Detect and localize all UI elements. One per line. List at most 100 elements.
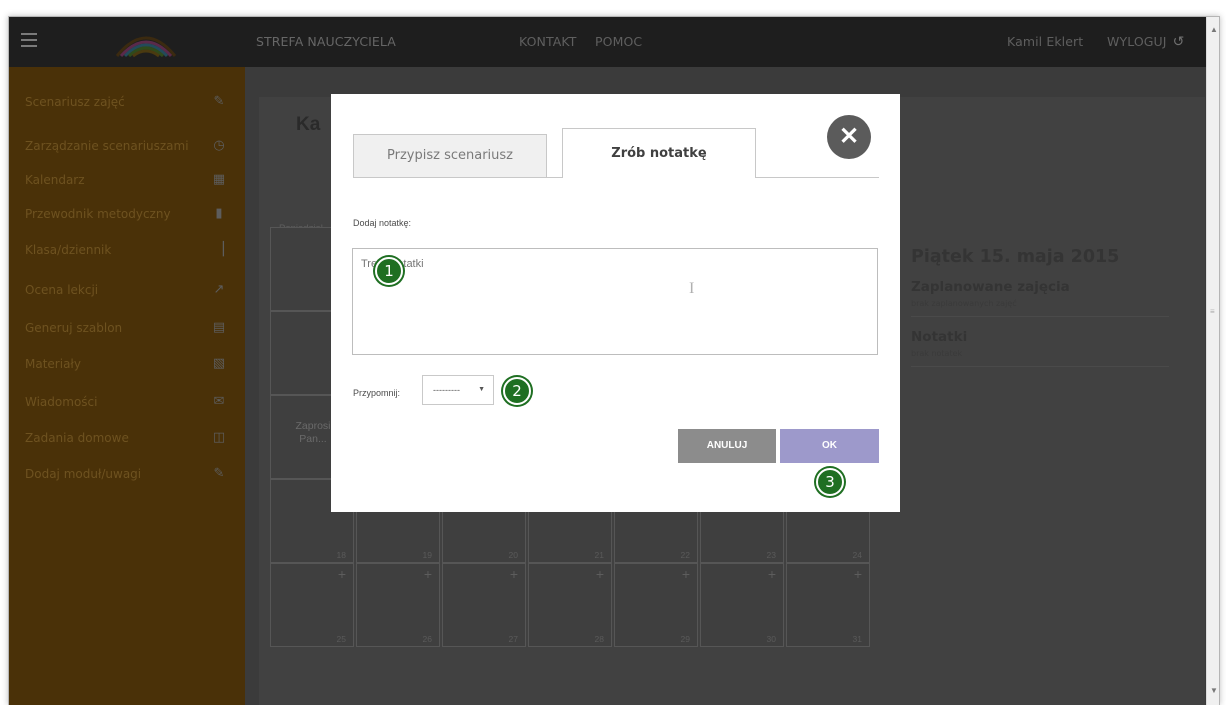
add-icon[interactable]: + bbox=[682, 566, 690, 582]
nav-user-name[interactable]: Kamil Eklert bbox=[1007, 17, 1083, 67]
tab-make-note[interactable]: Zrób notatkę bbox=[562, 128, 756, 178]
add-icon[interactable]: + bbox=[338, 566, 346, 582]
day-number: 31 bbox=[852, 634, 862, 644]
film-icon: ▧ bbox=[212, 356, 226, 371]
sidebar-item-calendar[interactable]: Kalendarz ▦ bbox=[9, 163, 237, 197]
day-number: 27 bbox=[508, 634, 518, 644]
day-number: 23 bbox=[766, 550, 776, 560]
remind-value: --------- bbox=[433, 385, 460, 395]
planned-heading: Zaplanowane zajęcia bbox=[911, 279, 1070, 295]
sidebar-item-template[interactable]: Generuj szablon ▤ bbox=[9, 311, 237, 345]
calendar-day[interactable]: +29 bbox=[614, 563, 698, 647]
nav-contact[interactable]: KONTAKT bbox=[519, 17, 576, 67]
nav-help[interactable]: POMOC bbox=[595, 17, 642, 67]
chevron-down-icon: ▼ bbox=[478, 386, 485, 393]
open-book-icon: ◫ bbox=[212, 430, 226, 445]
sidebar-item-label: Ocena lekcji bbox=[25, 283, 99, 297]
add-icon[interactable]: + bbox=[510, 566, 518, 582]
calendar-day[interactable]: +27 bbox=[442, 563, 526, 647]
sidebar-item-label: Wiadomości bbox=[25, 395, 98, 409]
scroll-up-arrow-icon[interactable]: ▲ bbox=[1210, 25, 1218, 34]
tab-assign-scenario[interactable]: Przypisz scenariusz bbox=[353, 134, 547, 178]
top-navigation-bar: STREFA NAUCZYCIELA KONTAKT POMOC Kamil E… bbox=[9, 17, 1207, 67]
remind-label: Przypomnij: bbox=[353, 388, 401, 398]
sidebar-item-messages[interactable]: Wiadomości ✉ bbox=[9, 385, 237, 419]
clock-icon: ◷ bbox=[213, 138, 225, 153]
logout-link[interactable]: WYLOGUJ ↺ bbox=[1107, 17, 1184, 67]
vertical-scrollbar[interactable]: ▲ ≡ ▼ bbox=[1206, 17, 1219, 705]
calendar-day[interactable]: +31 bbox=[786, 563, 870, 647]
day-number: 26 bbox=[422, 634, 432, 644]
nav-teacher-zone[interactable]: STREFA NAUCZYCIELA bbox=[256, 17, 396, 67]
note-icon: ✎ bbox=[213, 466, 225, 481]
book-icon: ▮ bbox=[215, 206, 223, 221]
text-cursor-icon: I bbox=[689, 280, 695, 297]
planned-empty-text: brak zaplanowanych zajęć bbox=[911, 299, 1017, 308]
sidebar-item-add-module[interactable]: Dodaj moduł/uwagi ✎ bbox=[9, 457, 237, 491]
calendar-day[interactable]: +28 bbox=[528, 563, 612, 647]
cancel-button[interactable]: ANULUJ bbox=[678, 429, 776, 463]
sidebar-item-label: Zarządzanie scenariuszami bbox=[25, 139, 189, 153]
day-number: 21 bbox=[594, 550, 604, 560]
sidebar-item-lesson-rating[interactable]: Ocena lekcji ↗ bbox=[9, 273, 237, 307]
remind-select[interactable]: --------- ▼ bbox=[422, 375, 494, 405]
scroll-grip-icon[interactable]: ≡ bbox=[1210, 307, 1215, 316]
divider bbox=[911, 366, 1169, 367]
sidebar-item-method-guide[interactable]: Przewodnik metodyczny ▮ bbox=[9, 197, 237, 231]
add-icon[interactable]: + bbox=[596, 566, 604, 582]
logout-label: WYLOGUJ bbox=[1107, 34, 1167, 49]
chart-icon: ▕ bbox=[214, 242, 224, 257]
step-marker: 1 bbox=[375, 257, 403, 285]
sidebar-item-scenario[interactable]: Scenariusz zajęć ✎ bbox=[9, 85, 237, 119]
sidebar-item-materials[interactable]: Materiały ▧ bbox=[9, 347, 237, 381]
mail-icon: ✉ bbox=[213, 394, 225, 409]
sidebar-item-label: Kalendarz bbox=[25, 173, 85, 187]
calendar-day[interactable]: +25 bbox=[270, 563, 354, 647]
day-number: 19 bbox=[422, 550, 432, 560]
day-summary-panel: Piątek 15. maja 2015 Zaplanowane zajęcia… bbox=[911, 247, 1171, 379]
sidebar-item-homework[interactable]: Zadania domowe ◫ bbox=[9, 421, 237, 455]
note-label: Dodaj notatkę: bbox=[353, 218, 412, 228]
add-icon[interactable]: + bbox=[854, 566, 862, 582]
sidebar-item-label: Klasa/dziennik bbox=[25, 243, 112, 257]
note-textarea[interactable] bbox=[352, 248, 878, 355]
trend-icon: ↗ bbox=[213, 282, 225, 297]
day-number: 24 bbox=[852, 550, 862, 560]
page-title: Ka bbox=[296, 114, 321, 135]
sidebar: Scenariusz zajęć ✎ Zarządzanie scenariusz… bbox=[9, 67, 245, 705]
calendar-icon: ▦ bbox=[212, 172, 226, 187]
step-marker: 2 bbox=[503, 377, 531, 405]
note-dialog: Przypisz scenariusz Zrób notatkę ✕ Dodaj… bbox=[331, 94, 900, 512]
notes-heading: Notatki bbox=[911, 329, 968, 345]
hamburger-menu-icon[interactable] bbox=[21, 33, 37, 47]
divider bbox=[911, 316, 1169, 317]
selected-date: Piątek 15. maja 2015 bbox=[911, 247, 1120, 267]
sidebar-item-label: Scenariusz zajęć bbox=[25, 95, 125, 109]
close-dialog-button[interactable]: ✕ bbox=[827, 115, 871, 159]
calendar-day[interactable]: +26 bbox=[356, 563, 440, 647]
day-number: 28 bbox=[594, 634, 604, 644]
rainbow-logo-icon[interactable] bbox=[113, 26, 179, 58]
document-icon: ▤ bbox=[212, 320, 226, 335]
day-number: 18 bbox=[336, 550, 346, 560]
day-number: 29 bbox=[680, 634, 690, 644]
sidebar-item-class-journal[interactable]: Klasa/dziennik ▕ bbox=[9, 233, 237, 267]
close-icon: ✕ bbox=[838, 123, 860, 150]
sidebar-item-label: Przewodnik metodyczny bbox=[25, 207, 171, 221]
logout-icon: ↺ bbox=[1172, 34, 1185, 50]
sidebar-item-label: Dodaj moduł/uwagi bbox=[25, 467, 142, 481]
sidebar-item-manage-scenarios[interactable]: Zarządzanie scenariuszami ◷ bbox=[9, 129, 237, 163]
add-icon[interactable]: + bbox=[424, 566, 432, 582]
day-number: 25 bbox=[336, 634, 346, 644]
calendar-day[interactable]: +30 bbox=[700, 563, 784, 647]
day-number: 30 bbox=[766, 634, 776, 644]
day-number: 20 bbox=[508, 550, 518, 560]
scroll-down-arrow-icon[interactable]: ▼ bbox=[1210, 686, 1218, 695]
add-icon[interactable]: + bbox=[768, 566, 776, 582]
notes-empty-text: brak notatek bbox=[911, 349, 963, 358]
ok-button[interactable]: OK bbox=[780, 429, 879, 463]
sidebar-item-label: Materiały bbox=[25, 357, 81, 371]
edit-icon: ✎ bbox=[213, 94, 225, 109]
sidebar-item-label: Zadania domowe bbox=[25, 431, 129, 445]
step-marker: 3 bbox=[816, 468, 844, 496]
